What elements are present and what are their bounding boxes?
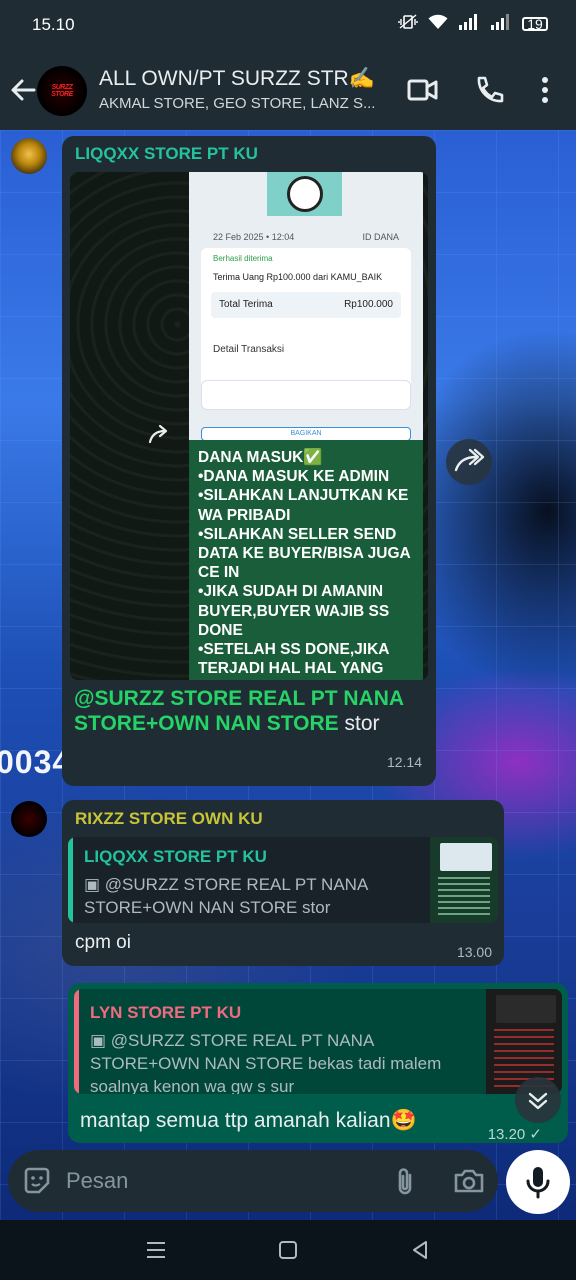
caption-line: •SILAHKAN LANJUTKAN KE WA PRIBADI [198,487,409,524]
voice-call-icon[interactable] [472,74,506,106]
video-call-icon[interactable] [406,74,440,106]
caption-line: •SETELAH SS DONE,JIKA TERJADI HAL HAL YA… [198,641,389,678]
quote-bar [74,989,79,1094]
quoted-message[interactable]: LYN STORE PT KU ▣ @SURZZ STORE REAL PT N… [74,989,562,1094]
status-bar: 15.10 19 [0,0,576,50]
receipt-photo [267,172,342,216]
quote-bar [68,837,73,923]
message-text-body: stor [338,712,380,735]
emoji-sticker-icon[interactable] [22,1166,52,1196]
battery-icon: 19 [522,16,548,31]
scroll-down-button[interactable] [515,1077,561,1123]
more-options-icon[interactable] [530,74,560,106]
message-text: mantap semua ttp amanah kalian🤩 [80,1109,417,1132]
quote-author: LIQQXX STORE PT KU [84,847,267,866]
message-time: 13.20 ✓ [487,1126,542,1143]
caption-line: •JIKA SUDAH DI AMANIN BUYER,BUYER WAJIB … [198,583,390,639]
thumbnail-screen [440,843,492,871]
sender-name[interactable]: LIQQXX STORE PT KU [75,144,258,164]
message-bubble[interactable]: LIQQXX STORE PT KU 22 Feb 2025 • 12:04 I… [62,136,436,786]
home-icon[interactable] [273,1236,303,1264]
receipt-share: BAGIKAN [201,427,411,441]
receipt-date: 22 Feb 2025 • 12:04 [213,232,295,242]
message-input[interactable] [66,1164,366,1198]
system-nav-bar [0,1220,576,1280]
receipt-total: Total Terima Rp100.000 [211,292,401,318]
status-icons: 19 [398,14,548,33]
microphone-icon [526,1167,550,1199]
photo-icon: ▣ [84,875,105,894]
wallpaper-number: 0034 [0,744,72,780]
message-time: 12.14 [386,754,422,770]
receipt-received: Terima Uang Rp100.000 dari KAMU_BAIK [213,272,383,282]
image-caption: DANA MASUK✅ •DANA MASUK KE ADMIN •SILAHK… [198,448,418,678]
receipt-detail: Detail Transaksi [213,344,285,355]
quoted-message[interactable]: LIQQXX STORE PT KU ▣ @SURZZ STORE REAL P… [68,837,498,923]
quote-text-body: @SURZZ STORE REAL PT NANA STORE+OWN NAN … [84,875,368,917]
thumbnail-text [438,877,490,917]
receipt-status: Berhasil diterima [213,254,273,263]
photo-icon: ▣ [90,1031,111,1050]
quote-author: LYN STORE PT KU [90,1003,242,1022]
message-composer[interactable] [8,1150,498,1212]
message-bubble-outgoing[interactable]: LYN STORE PT KU ▣ @SURZZ STORE REAL PT N… [68,983,568,1143]
attach-icon[interactable] [390,1165,420,1197]
chat-title[interactable]: ALL OWN/PT SURZZ STR✍️ [99,67,394,91]
quote-text-body: @SURZZ STORE REAL PT NANA STORE+OWN NAN … [90,1031,442,1094]
group-avatar[interactable]: SURZZ STORE [37,66,87,116]
chat-header[interactable]: SURZZ STORE ALL OWN/PT SURZZ STR✍️ AKMAL… [0,50,576,130]
message-image[interactable]: 22 Feb 2025 • 12:04 ID DANA Berhasil dit… [70,172,428,680]
back-button[interactable] [8,72,38,108]
camera-icon[interactable] [452,1165,486,1197]
loading-spinner-icon [201,380,411,410]
receipt-brand: ID DANA [362,232,399,242]
message-text: cpm oi [75,932,131,953]
caption-line: DANA MASUK✅ [198,449,323,466]
vibrate-icon [398,14,418,33]
total-value: Rp100.000 [344,299,393,310]
sender-avatar[interactable] [11,801,47,837]
message-time: 13.00 [456,944,492,960]
chat-members[interactable]: AKMAL STORE, GEO STORE, LANZ S... [99,95,399,112]
caption-line: •SILAHKAN SELLER SEND DATA KE BUYER/BISA… [198,525,411,582]
group-avatar-logo: SURZZ STORE [51,84,73,98]
status-time: 15.10 [32,15,75,34]
sender-avatar[interactable] [11,138,47,174]
message-bubble[interactable]: RIXZZ STORE OWN KU LIQQXX STORE PT KU ▣ … [62,800,504,966]
sender-name[interactable]: RIXZZ STORE OWN KU [75,809,263,829]
voice-message-button[interactable] [506,1150,570,1214]
total-label: Total Terima [219,299,273,310]
quote-text: ▣ @SURZZ STORE REAL PT NANA STORE+OWN NA… [90,1029,486,1094]
caption-line: •DANA MASUK KE ADMIN [198,468,390,486]
message-text: @SURZZ STORE REAL PT NANA STORE+OWN NAN … [74,686,434,736]
back-nav-icon[interactable] [405,1236,435,1264]
wifi-icon [428,14,448,33]
signal-icon-2 [490,14,512,33]
forwarded-icon [146,422,172,448]
signal-icon [458,14,480,33]
quote-thumbnail [430,837,498,923]
forward-button[interactable] [446,439,492,485]
quote-text: ▣ @SURZZ STORE REAL PT NANA STORE+OWN NA… [84,873,414,919]
receipt-screenshot: 22 Feb 2025 • 12:04 ID DANA Berhasil dit… [189,172,423,441]
thumbnail-screen [496,995,556,1023]
recent-apps-icon[interactable] [141,1236,171,1264]
panda-icon [286,176,323,212]
